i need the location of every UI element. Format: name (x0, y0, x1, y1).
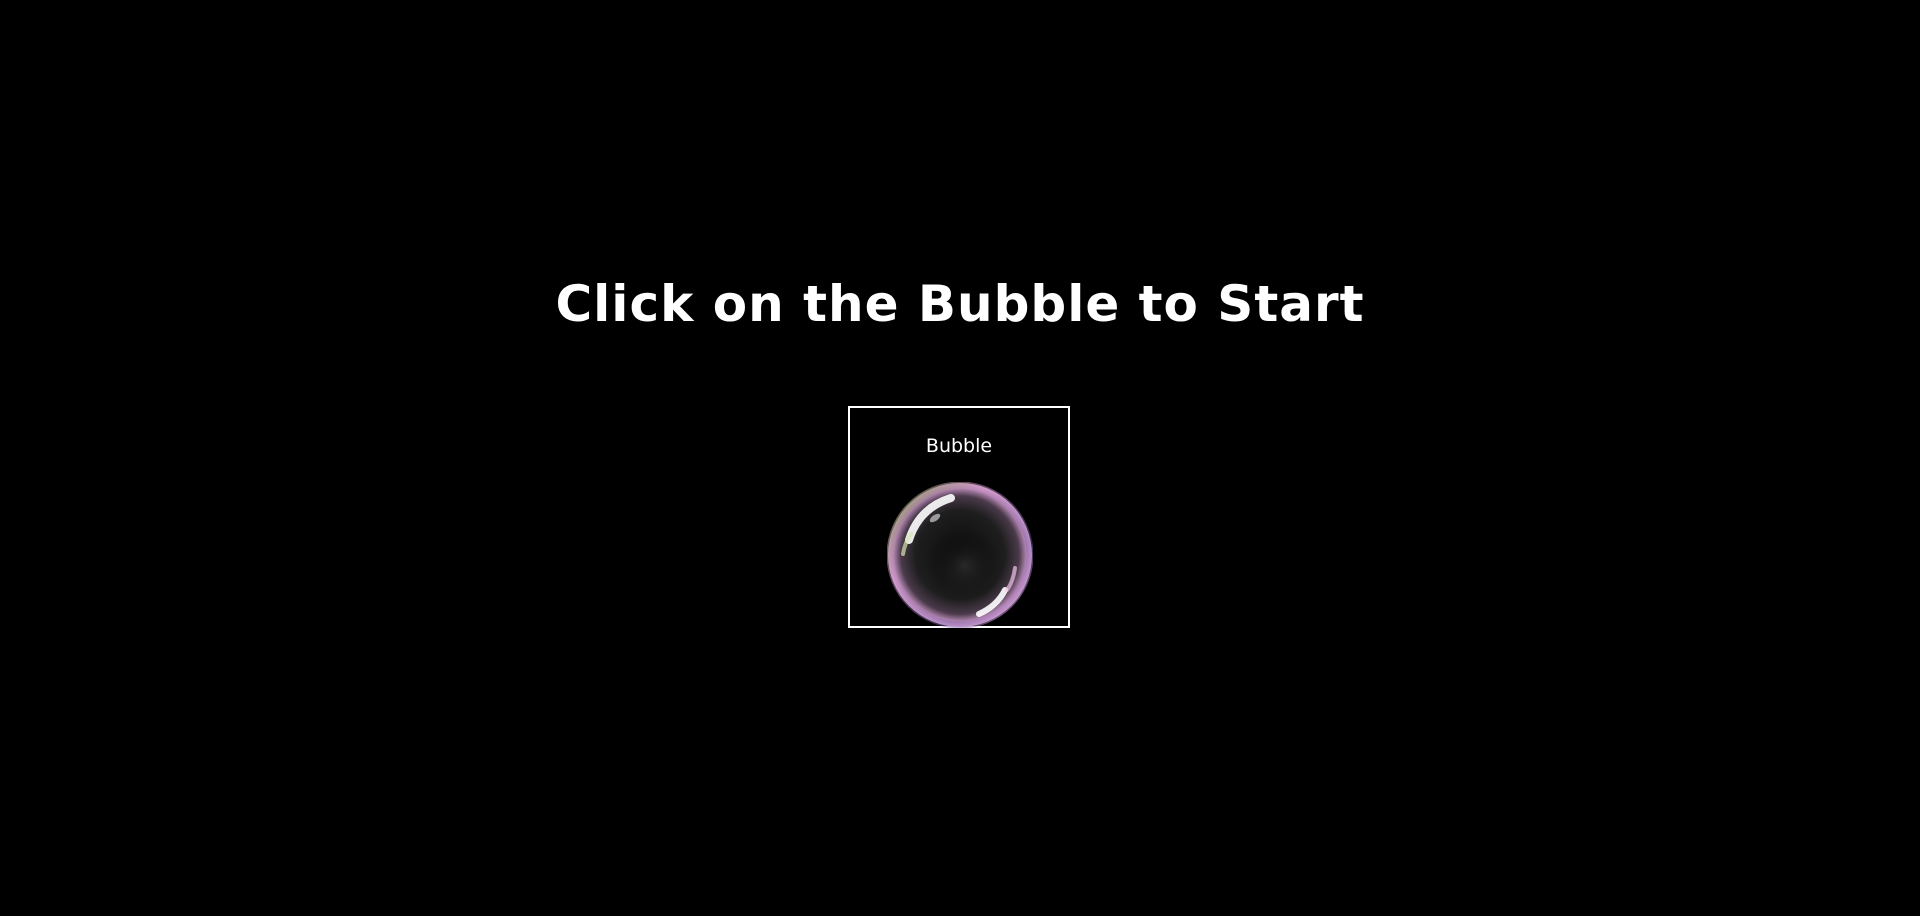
start-screen: Click on the Bubble to Start Bubble (0, 0, 1920, 916)
soap-bubble-icon[interactable] (887, 482, 1033, 628)
bubble-label: Bubble (925, 435, 993, 457)
bubble-start-button[interactable]: Bubble (848, 406, 1070, 628)
start-instruction: Click on the Bubble to Start (555, 275, 1365, 333)
